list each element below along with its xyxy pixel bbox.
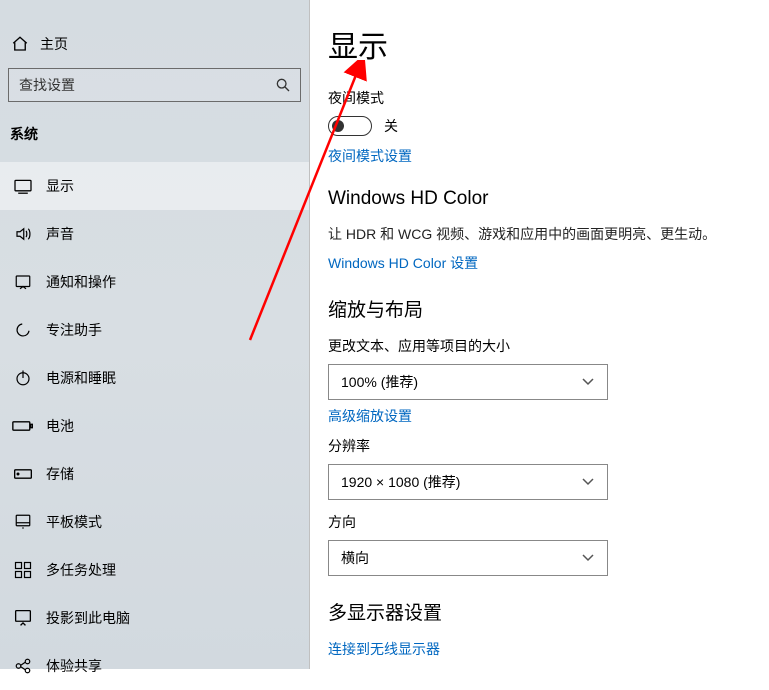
sidebar-item-label: 通知和操作 (46, 272, 116, 292)
sidebar-item-sound[interactable]: 声音 (0, 210, 309, 258)
resolution-value: 1920 × 1080 (推荐) (341, 472, 460, 492)
scale-label: 更改文本、应用等项目的大小 (328, 336, 749, 356)
toggle-knob (332, 120, 344, 132)
sidebar-item-label: 体验共享 (46, 656, 102, 676)
sidebar-item-battery[interactable]: 电池 (0, 402, 309, 450)
sidebar-item-label: 声音 (46, 224, 74, 244)
orientation-value: 横向 (341, 548, 369, 568)
tablet-icon (10, 513, 36, 531)
sound-icon (10, 225, 36, 243)
search-field[interactable] (19, 77, 272, 93)
night-mode-settings-link[interactable]: 夜间模式设置 (328, 146, 749, 166)
sidebar-item-label: 平板模式 (46, 512, 102, 532)
chevron-down-icon (581, 477, 595, 487)
hd-color-heading: Windows HD Color (328, 188, 749, 210)
advanced-scale-link[interactable]: 高级缩放设置 (328, 406, 749, 426)
scale-dropdown[interactable]: 100% (推荐) (328, 364, 608, 400)
sidebar: 主页 系统 显示 声音 通知和操作 (0, 0, 310, 669)
orientation-label: 方向 (328, 512, 749, 532)
section-title: 系统 (0, 124, 309, 162)
sidebar-item-tablet[interactable]: 平板模式 (0, 498, 309, 546)
sidebar-item-projecting[interactable]: 投影到此电脑 (0, 594, 309, 642)
sidebar-item-label: 电池 (46, 416, 74, 436)
content-area: 显示 夜间模式 关 夜间模式设置 Windows HD Color 让 HDR … (310, 0, 769, 669)
search-input[interactable] (8, 68, 301, 102)
projecting-icon (10, 609, 36, 627)
sidebar-item-label: 电源和睡眠 (46, 368, 116, 388)
home-button[interactable]: 主页 (0, 30, 309, 68)
storage-icon (10, 467, 36, 481)
sidebar-item-label: 显示 (46, 176, 74, 196)
sidebar-item-display[interactable]: 显示 (0, 162, 309, 210)
sidebar-item-multitasking[interactable]: 多任务处理 (0, 546, 309, 594)
focus-icon (10, 321, 36, 339)
scale-value: 100% (推荐) (341, 372, 418, 392)
hd-color-link[interactable]: Windows HD Color 设置 (328, 253, 749, 273)
page-title: 显示 (328, 22, 749, 66)
sidebar-item-notifications[interactable]: 通知和操作 (0, 258, 309, 306)
home-icon (6, 35, 34, 53)
multi-display-heading: 多显示器设置 (328, 598, 749, 625)
resolution-label: 分辨率 (328, 436, 749, 456)
search-icon (272, 77, 294, 93)
toggle-state-text: 关 (384, 116, 398, 136)
power-icon (10, 369, 36, 387)
sidebar-item-power[interactable]: 电源和睡眠 (0, 354, 309, 402)
orientation-dropdown[interactable]: 横向 (328, 540, 608, 576)
chevron-down-icon (581, 377, 595, 387)
shared-icon (10, 657, 36, 675)
battery-icon (10, 419, 36, 433)
resolution-dropdown[interactable]: 1920 × 1080 (推荐) (328, 464, 608, 500)
display-icon (10, 178, 36, 194)
sidebar-item-label: 存储 (46, 464, 74, 484)
chevron-down-icon (581, 553, 595, 563)
night-mode-toggle[interactable] (328, 116, 372, 136)
home-label: 主页 (40, 34, 68, 54)
sidebar-item-label: 专注助手 (46, 320, 102, 340)
sidebar-item-label: 投影到此电脑 (46, 608, 130, 628)
notification-icon (10, 273, 36, 291)
hd-color-description: 让 HDR 和 WCG 视频、游戏和应用中的画面更明亮、更生动。 (328, 224, 749, 245)
wireless-display-link[interactable]: 连接到无线显示器 (328, 639, 749, 659)
sidebar-item-storage[interactable]: 存储 (0, 450, 309, 498)
scale-heading: 缩放与布局 (328, 295, 749, 322)
sidebar-item-label: 多任务处理 (46, 560, 116, 580)
sidebar-item-focus-assist[interactable]: 专注助手 (0, 306, 309, 354)
sidebar-item-shared[interactable]: 体验共享 (0, 642, 309, 690)
night-mode-label: 夜间模式 (328, 88, 749, 108)
multitask-icon (10, 561, 36, 579)
